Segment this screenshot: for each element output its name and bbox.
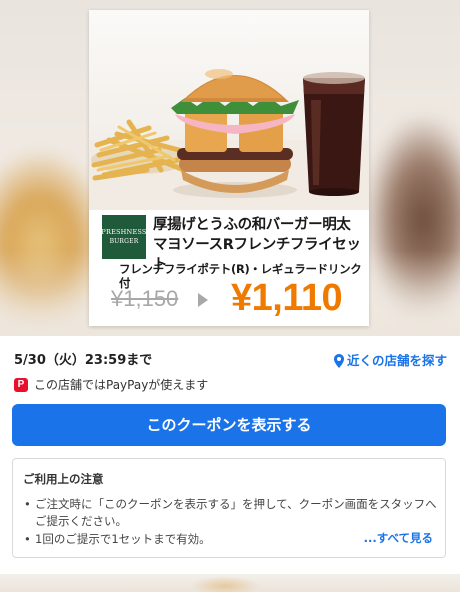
find-nearby-stores-label: 近くの店舗を探す [346, 353, 447, 368]
product-photo [89, 10, 369, 210]
show-coupon-button[interactable]: このクーポンを表示する [12, 404, 446, 446]
usage-notes-box: ご利用上の注意 ご注文時に「このクーポンを表示する」を押して、クーポン画面をスタ… [12, 458, 446, 558]
location-pin-icon [333, 354, 344, 368]
expiry-date: 5/30（火）23:59まで [14, 353, 153, 368]
paypay-text: この店舗ではPayPayが使えます [34, 378, 209, 392]
brand-logo: PRESHNESS BURGER [101, 215, 147, 259]
next-coupon-peek [0, 574, 460, 592]
next-coupon-image-peek [190, 576, 260, 592]
find-nearby-stores-link[interactable]: 近くの店舗を探す [333, 352, 447, 370]
see-all-notes-link[interactable]: ...すべて見る [364, 530, 433, 546]
usage-note-item: ご注文時に「このクーポンを表示する」を押して、クーポン画面をスタッフへご提示くだ… [23, 496, 438, 530]
coupon-hero: PRESHNESS BURGER 厚揚げとうふの和バーガー明太マヨソースRフレン… [0, 0, 460, 336]
original-price: ¥1,150 [111, 286, 179, 311]
brand-logo-line2: BURGER [109, 238, 139, 245]
price-arrow-icon [198, 293, 208, 307]
drink-image [303, 72, 365, 196]
paypay-icon: P [14, 378, 28, 392]
usage-notes-title: ご利用上の注意 [23, 472, 104, 486]
fries-image [91, 119, 187, 181]
coupon-card[interactable]: PRESHNESS BURGER 厚揚げとうふの和バーガー明太マヨソースRフレン… [89, 10, 369, 326]
brand-logo-line1: PRESHNESS [101, 228, 147, 236]
paypay-availability: P この店舗ではPayPayが使えます [14, 376, 208, 394]
discount-price: ¥1,110 [231, 277, 343, 319]
